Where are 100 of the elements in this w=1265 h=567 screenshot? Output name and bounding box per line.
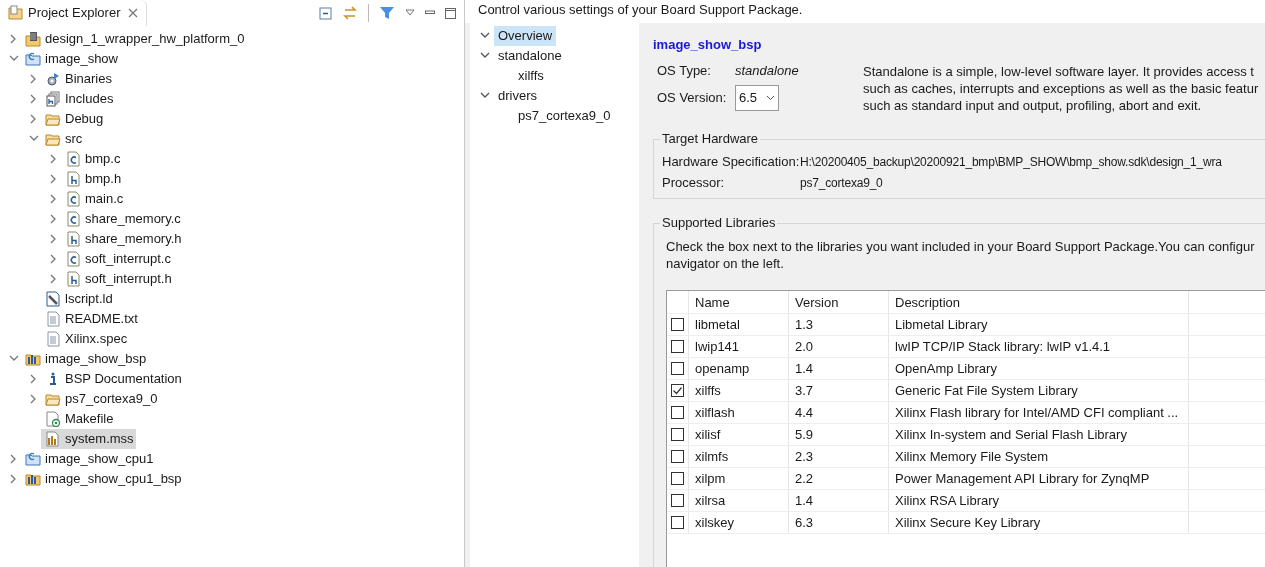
nav-item[interactable]: drivers [494,86,541,106]
checkbox[interactable] [671,471,684,485]
table-cell: Xilinx Memory File System [889,445,1189,467]
table-cell: xilskey [689,511,789,533]
nav-item[interactable]: ps7_cortexa9_0 [514,106,615,126]
column-header[interactable]: Description [889,290,1189,313]
table-cell: Xilinx Secure Key Library [889,511,1189,533]
tree-item[interactable]: main.c [61,189,126,209]
tree-item[interactable]: BSP Documentation [41,369,184,389]
table-cell: xilflash [689,401,789,423]
nav-item[interactable]: standalone [494,46,566,66]
project-folder-icon [25,451,41,467]
checkbox[interactable] [671,317,684,331]
tree-item[interactable]: design_1_wrapper_hw_platform_0 [21,29,247,49]
tree-item[interactable]: README.txt [41,309,140,329]
close-icon[interactable] [128,8,139,18]
table-cell: 1.4 [789,357,889,379]
table-cell: 2.0 [789,335,889,357]
checkbox[interactable] [671,383,684,397]
explorer-icon [8,5,24,21]
nav-item[interactable]: Overview [494,26,557,46]
libraries-hint: Check the box next to the libraries you want included in your Board Support Package.You can configur navigator on the left. [666,237,1256,272]
tree-item[interactable]: ps7_cortexa9_0 [41,389,160,409]
chip-folder-icon [25,31,41,47]
tree-item[interactable]: Makefile [41,409,116,429]
table-cell: libmetal [689,313,789,335]
table-cell: 5.9 [789,423,889,445]
tree-item[interactable]: Binaries [41,69,114,89]
table-cell: 4.4 [789,401,889,423]
h-file-icon [65,231,81,247]
folder-icon [45,391,61,407]
table-cell: Xilinx Flash library for Intel/AMD CFI compliant ... [889,401,1189,423]
table-cell: Power Management API Library for ZynqMP [889,467,1189,489]
table-cell: 3.7 [789,379,889,401]
c-file-icon [65,151,81,167]
tree-item[interactable]: bmp.h [61,169,124,189]
link-icon[interactable] [342,6,358,20]
tree-item[interactable]: image_show [21,49,120,69]
tree-item[interactable]: system.mss [41,429,136,449]
table-cell: xilffs [689,379,789,401]
table-cell: Xilinx In-system and Serial Flash Library [889,423,1189,445]
minimize-icon[interactable] [425,9,435,17]
library-folder-icon [25,351,41,367]
tree-item[interactable]: Includes [41,89,116,109]
h-file-icon [65,171,81,187]
tree-item[interactable]: image_show_cpu1 [21,449,156,469]
table-cell: 1.3 [789,313,889,335]
project-folder-icon [25,51,41,67]
checkbox[interactable] [671,449,684,463]
tree-item[interactable]: Debug [41,109,106,129]
folder-icon [45,111,61,127]
tree-item[interactable]: image_show_cpu1_bsp [21,469,184,489]
table-cell: 1.4 [789,489,889,511]
linker-script-icon [45,291,61,307]
tree-item[interactable]: bmp.c [61,149,123,169]
maximize-icon[interactable] [445,7,456,19]
field-value: H:\20200405_backup\20200921_bmp\BMP_SHOW\bmp_show.sdk\design_1_wra [800,153,1222,170]
field-value: ps7_cortexa9_0 [800,174,883,191]
table-cell: OpenAmp Library [889,357,1189,379]
editor-description: Control various settings of your Board Support Package. [478,2,803,18]
checkbox[interactable] [671,515,684,529]
tree-item[interactable]: soft_interrupt.c [61,249,173,269]
tree-item[interactable]: lscript.ld [41,289,115,309]
caret-icon [766,94,775,101]
table-cell: xilisf [689,423,789,445]
table-cell: lwip141 [689,335,789,357]
tree-item[interactable]: soft_interrupt.h [61,269,174,289]
column-header[interactable]: Name [689,290,789,313]
field-label: Hardware Specification: [662,153,800,170]
checkbox[interactable] [671,405,684,419]
filter-icon[interactable] [379,6,395,20]
tree-item[interactable]: Xilinx.spec [41,329,130,349]
table-cell: 2.2 [789,467,889,489]
tree-item[interactable]: share_memory.h [61,229,184,249]
tree-item[interactable]: src [41,129,85,149]
os-version-label: OS Version: [657,88,728,107]
c-file-icon [65,211,81,227]
table-cell: Generic Fat File System Library [889,379,1189,401]
table-cell: lwIP TCP/IP Stack library: lwIP v1.4.1 [889,335,1189,357]
table-cell: openamp [689,357,789,379]
table-cell: xilpm [689,467,789,489]
collapse-all-icon[interactable] [318,6,332,20]
makefile-icon [45,411,61,427]
text-file-icon [45,311,61,327]
checkbox[interactable] [671,339,684,353]
table-cell: 2.3 [789,445,889,467]
c-file-icon [65,251,81,267]
table-cell: Xilinx RSA Library [889,489,1189,511]
checkbox[interactable] [671,427,684,441]
column-header[interactable]: Version [789,290,889,313]
table-cell: xilrsa [689,489,789,511]
os-type-value: standalone [735,61,799,80]
os-version-dropdown[interactable]: 6.5 [735,84,779,111]
tree-item[interactable]: image_show_bsp [21,349,149,369]
table-cell: xilmfs [689,445,789,467]
checkbox[interactable] [671,493,684,507]
view-menu-icon[interactable] [405,9,415,17]
nav-item[interactable]: xilffs [514,66,548,86]
tree-item[interactable]: share_memory.c [61,209,183,229]
checkbox[interactable] [671,361,684,375]
